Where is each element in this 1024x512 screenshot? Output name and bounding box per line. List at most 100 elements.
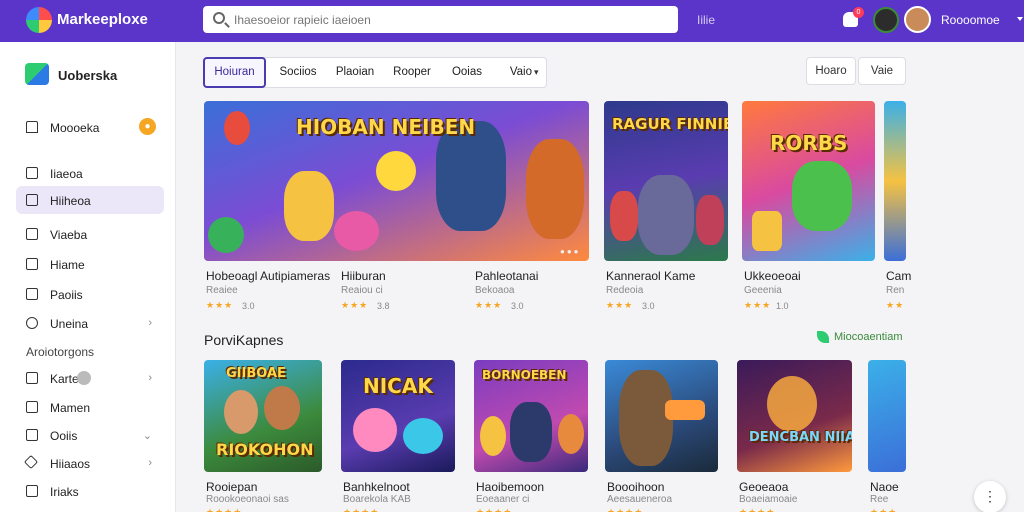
sidebar-sub-item-1[interactable]: Mamen xyxy=(16,393,164,421)
rating-stars-icon: ★★★ xyxy=(744,300,772,310)
section-link[interactable]: Miocoaentiam xyxy=(834,331,902,343)
sidebar-item-label: Iiaeoa xyxy=(50,167,83,181)
sidebar-item-6[interactable]: Uneina › xyxy=(16,309,164,337)
username[interactable]: Roooomoe xyxy=(941,13,1000,27)
featured-thumbnail: HIOBAN NEIBEN xyxy=(204,101,589,261)
chevron-right-icon: › xyxy=(148,457,152,469)
game-thumbnail: GIIBOAE RIOKOHON xyxy=(204,360,322,472)
sidebar-brand: Uoberska xyxy=(58,68,118,83)
card-title: Rooiepan xyxy=(206,480,258,494)
card-title: Ukkeoeoai xyxy=(744,269,801,283)
home-icon xyxy=(26,167,38,179)
featured-thumbnail xyxy=(884,101,906,261)
box-icon xyxy=(26,429,38,441)
chevron-down-icon: ⌄ xyxy=(142,430,152,442)
game-thumbnail: BORNOEBEN xyxy=(474,360,588,472)
sidebar-sub-item-0[interactable]: Karte › xyxy=(16,364,164,392)
coin-icon: ● xyxy=(139,118,156,135)
header-link[interactable]: Iilie xyxy=(697,13,715,27)
sidebar-item-label: Uneina xyxy=(50,317,89,331)
rating-stars-icon: ★★★ xyxy=(475,300,503,310)
sidebar-item-label: Hiame xyxy=(50,258,85,272)
card-subtitle: Eoeaaner ci xyxy=(476,494,530,505)
square-icon xyxy=(26,228,38,240)
thumbnail-banner-text: DENCBAN NIIAMCE xyxy=(749,430,852,445)
card-rating: 3.8 xyxy=(377,301,390,311)
sidebar-item-label: Paoiis xyxy=(50,288,83,302)
chevron-down-icon[interactable]: ▾ xyxy=(534,67,539,78)
chevron-down-icon[interactable] xyxy=(1017,17,1023,21)
chevron-right-icon: › xyxy=(148,317,152,329)
search-input[interactable]: Ihaesoeior rapieic iaeioen xyxy=(203,6,678,33)
card-title: Cam xyxy=(886,269,912,283)
game-thumbnail xyxy=(868,360,906,472)
card-subtitle: Boaeiamoaie xyxy=(739,494,798,505)
tab-3[interactable]: Rooper xyxy=(388,58,436,87)
card-title: Banhkelnoot xyxy=(343,480,410,494)
rating-stars-icon: ★★★ xyxy=(341,300,369,310)
section-title: PorviKapnes xyxy=(204,332,284,348)
sidebar-item-1[interactable]: Iiaeoa xyxy=(16,159,164,187)
rating-stars-icon: ★★★★ xyxy=(343,507,380,512)
rating-stars-icon: ★★★ xyxy=(606,300,634,310)
box-icon xyxy=(26,401,38,413)
card-title: Hobeoagl Autipiameras xyxy=(206,269,331,283)
card-rating: 3.0 xyxy=(642,301,655,311)
sidebar-item-3[interactable]: Viaeba xyxy=(16,220,164,248)
rating-stars-icon: ★★★ xyxy=(870,507,898,512)
right-button-1[interactable]: Vaie xyxy=(858,57,906,85)
rating-stars-icon: ★★★★ xyxy=(476,507,513,512)
circle-icon xyxy=(26,317,38,329)
chevron-right-icon: › xyxy=(148,372,152,384)
rating-stars-icon: ★★★★ xyxy=(607,507,644,512)
game-thumbnail: DENCBAN NIIAMCE xyxy=(737,360,852,472)
diamond-icon xyxy=(23,454,39,470)
sidebar-item-4[interactable]: Hiame xyxy=(16,250,164,278)
sidebar-item-label: Hiiaaos xyxy=(50,457,91,471)
card-subtitle: Aeesaueneroa xyxy=(607,494,673,505)
thumbnail-banner-text: RAGUR FINNIE xyxy=(612,115,728,133)
user-avatar[interactable] xyxy=(904,6,931,33)
app-logo-icon[interactable] xyxy=(26,7,52,33)
card-subtitle: Roookoeonaoi sas xyxy=(206,494,289,505)
card-title: Haoibemoon xyxy=(476,480,545,494)
tab-0[interactable]: Hoiuran xyxy=(203,57,266,88)
rating-stars-icon: ★★★★ xyxy=(206,507,243,512)
secondary-avatar[interactable] xyxy=(873,7,899,33)
card-title: Kanneraol Kame xyxy=(606,269,696,283)
app-title[interactable]: Markeeploxe xyxy=(57,11,148,28)
top-bar: Markeeploxe Ihaesoeior rapieic iaeioen I… xyxy=(0,0,1024,42)
sidebar-item-label: Hiiheoa xyxy=(50,194,91,208)
tab-5[interactable]: Vaio xyxy=(498,58,532,87)
card-title: Boooihoon xyxy=(607,480,665,494)
home-icon xyxy=(26,121,38,133)
featured-thumbnail: RORBS xyxy=(742,101,875,261)
thumbnail-banner-text: RORBS xyxy=(770,131,848,155)
thumbnail-banner-text: HIOBAN NEIBEN xyxy=(296,115,476,139)
card-subtitle: Ren xyxy=(886,285,905,296)
sidebar-sub-item-4[interactable]: Iriaks xyxy=(16,477,164,505)
leaf-icon xyxy=(817,331,829,343)
sidebar-item-main[interactable]: Moooeka ● xyxy=(16,113,164,141)
tab-4[interactable]: Ooias xyxy=(444,58,490,87)
sidebar-sub-item-3[interactable]: Hiiaaos › xyxy=(16,449,164,477)
sidebar-item-5[interactable]: Paoiis xyxy=(16,280,164,308)
tab-1[interactable]: Sociios xyxy=(274,58,322,87)
card-rating: 3.0 xyxy=(511,301,524,311)
card-subtitle: Reaiou ci xyxy=(341,285,383,296)
sidebar-item-2[interactable]: Hiiheoa xyxy=(16,186,164,214)
box-icon xyxy=(26,288,38,300)
right-button-0[interactable]: Hoaro xyxy=(806,57,856,85)
brand-icon xyxy=(25,63,49,85)
sidebar-item-label: Iriaks xyxy=(50,485,79,499)
category-tabs: Hoiuran Sociios Plaoian Rooper Ooias Vai… xyxy=(203,57,547,88)
sidebar-sub-item-2[interactable]: Ooiis ⌄ xyxy=(16,421,164,449)
more-options-icon[interactable]: ⋮ xyxy=(974,481,1006,512)
notification-badge: 0 xyxy=(853,7,864,18)
carousel-dots-icon[interactable]: ●●● xyxy=(560,247,581,256)
card-title: Naoe xyxy=(870,480,899,494)
rating-stars-icon: ★★ xyxy=(886,300,905,310)
game-thumbnail xyxy=(605,360,718,472)
tab-2[interactable]: Plaoian xyxy=(330,58,380,87)
card-title: Geoeaoa xyxy=(739,480,789,494)
